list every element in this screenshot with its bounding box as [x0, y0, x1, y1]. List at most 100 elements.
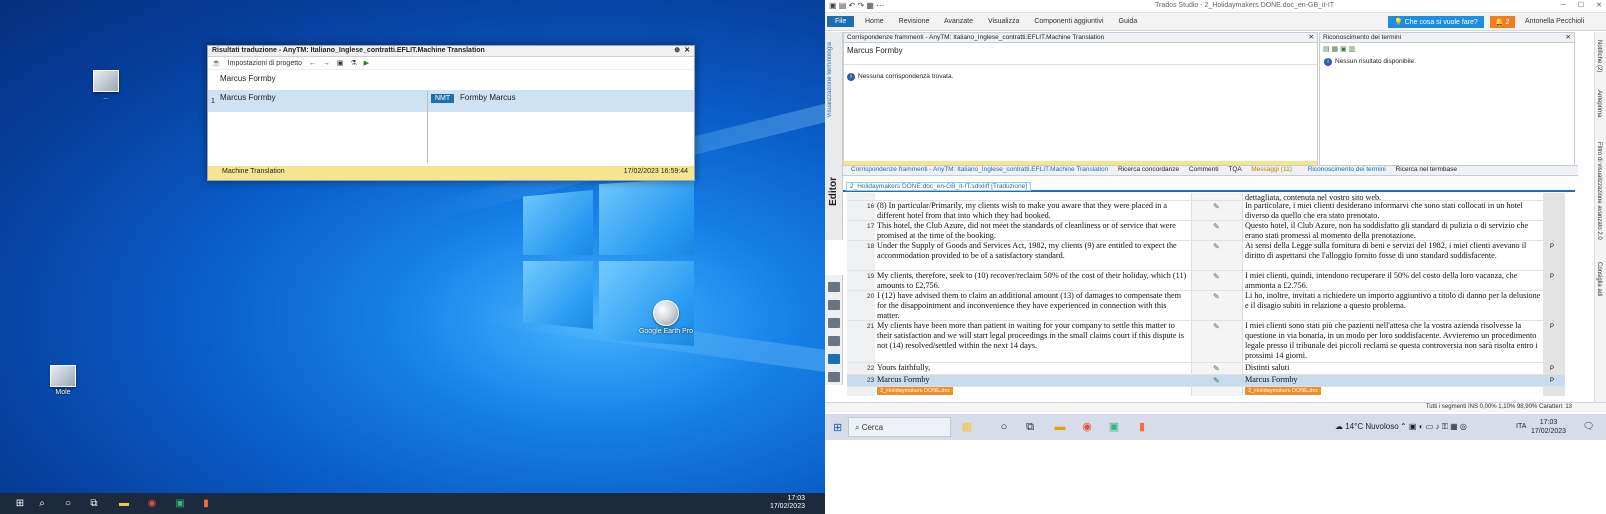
- search-input[interactable]: ⌕ Cerca: [848, 417, 951, 437]
- notification-icon[interactable]: 🗨: [1583, 421, 1594, 432]
- start-icon[interactable]: ⊞: [12, 496, 28, 511]
- taskbar-clock[interactable]: 17:03 17/02/2023: [1531, 418, 1566, 436]
- language-indicator[interactable]: ITA: [1516, 423, 1526, 430]
- table-row[interactable]: dettagliata, contenuta nel vostro sito w…: [847, 193, 1565, 202]
- minimize-icon[interactable]: ─: [1561, 2, 1566, 9]
- forward-arrow-icon[interactable]: →: [323, 60, 330, 67]
- tab-home[interactable]: Home: [865, 18, 884, 25]
- app-icon[interactable]: ▣: [172, 496, 188, 511]
- files-icon[interactable]: [828, 318, 840, 328]
- trados-icon[interactable]: ▮: [198, 496, 214, 511]
- quick-access-icons[interactable]: ▣ ▤ ↶ ↷ ▦ ⋯: [829, 1, 884, 10]
- file-tab[interactable]: File: [827, 16, 855, 27]
- maximize-icon[interactable]: ☐: [1578, 2, 1584, 9]
- tab-termbase-search[interactable]: Ricerca nel termbase: [1396, 166, 1457, 173]
- notifications-tab[interactable]: Notifiche (2): [1596, 40, 1602, 72]
- editor-label[interactable]: Editor: [828, 177, 839, 206]
- file-explorer-icon[interactable]: ▬: [1053, 420, 1067, 434]
- tm-icon[interactable]: [828, 372, 840, 382]
- chrome-icon[interactable]: ◉: [144, 496, 160, 511]
- settings-icon[interactable]: ☕: [212, 60, 221, 67]
- tab-comments[interactable]: Commenti: [1189, 166, 1219, 173]
- home-icon[interactable]: [828, 282, 840, 292]
- table-row[interactable]: 23 Marcus Formby ✎ Marcus Formby P: [847, 375, 1565, 387]
- start-icon[interactable]: ⊞: [833, 421, 842, 434]
- search-icon[interactable]: ⌕: [34, 496, 50, 511]
- projects-icon[interactable]: [828, 300, 840, 310]
- reports-icon[interactable]: [828, 336, 840, 346]
- target-cell[interactable]: Ai sensi della Legge sulla fornitura di …: [1245, 241, 1543, 261]
- filter-icon[interactable]: ⚗: [350, 60, 356, 67]
- table-row[interactable]: 19 My clients, therefore, seek to (10) re…: [847, 271, 1565, 291]
- task-view-icon[interactable]: ⧉: [1023, 420, 1037, 434]
- task-view-icon[interactable]: ⧉: [86, 496, 102, 511]
- table-row[interactable]: 22 Yours faithfully, ✎ Distinti saluti P: [847, 363, 1565, 375]
- close-icon[interactable]: ✕: [1596, 2, 1602, 9]
- apply-icon[interactable]: ▣: [337, 60, 344, 67]
- widget-icon[interactable]: ▦: [960, 420, 974, 434]
- project-settings-button[interactable]: Impostazioni di progetto: [228, 60, 302, 67]
- weather-widget[interactable]: ☁ 14°C Nuvoloso: [1335, 422, 1399, 431]
- target-cell[interactable]: In particolare, i miei clienti desideran…: [1245, 201, 1543, 221]
- editor-icon[interactable]: [828, 354, 840, 364]
- file-explorer-icon[interactable]: ▬: [116, 496, 132, 511]
- desktop-icon-google-earth[interactable]: Google Earth Pro: [636, 300, 696, 335]
- trados-icon[interactable]: ▮: [1135, 420, 1149, 434]
- source-cell[interactable]: My clients, therefore, seek to (10) reco…: [877, 271, 1189, 291]
- document-tab[interactable]: 2_Holidaymakers DONE.doc_en-GB_it-IT.sdl…: [846, 182, 1032, 191]
- table-row[interactable]: 17 This hotel, the Club Azure, did not me…: [847, 221, 1565, 241]
- tab-avanzate[interactable]: Avanzate: [944, 18, 973, 25]
- chrome-icon[interactable]: ◉: [1080, 420, 1094, 434]
- target-cell[interactable]: Marcus Formby: [1245, 375, 1543, 385]
- cortana-icon[interactable]: ○: [60, 496, 76, 511]
- close-icon[interactable]: ✕: [1309, 33, 1314, 41]
- app-icon[interactable]: ▣: [1107, 420, 1121, 434]
- segment-number: 16: [867, 203, 875, 210]
- user-name[interactable]: Antonella Pecchioli: [1525, 18, 1584, 25]
- tab-visualizza[interactable]: Visualizza: [988, 18, 1019, 25]
- terminology-label[interactable]: Visualizzazione terminologia: [827, 42, 833, 118]
- next-icon[interactable]: ▶: [364, 60, 369, 67]
- source-cell[interactable]: Yours faithfully,: [877, 363, 1189, 373]
- table-row[interactable]: 21 My clients have been more than patient…: [847, 321, 1565, 363]
- source-cell[interactable]: I (12) have advised them to claim an add…: [877, 291, 1189, 321]
- source-cell[interactable]: My clients have been more than patient i…: [877, 321, 1189, 351]
- cortana-icon[interactable]: ○: [997, 420, 1011, 434]
- target-cell[interactable]: Questo hotel, il Club Azure, non ha sodd…: [1245, 221, 1543, 241]
- preview-tab[interactable]: Anteprima: [1596, 90, 1602, 117]
- close-icon[interactable]: ✕: [684, 47, 690, 54]
- tab-messages[interactable]: Messaggi (11): [1251, 166, 1292, 173]
- table-row[interactable]: 16 (8) In particular/Primarily, my client…: [847, 201, 1565, 221]
- desktop-icon[interactable]: ...: [76, 70, 136, 101]
- close-icon[interactable]: ✕: [1566, 33, 1571, 41]
- tab-concordance[interactable]: Ricerca concordanze: [1118, 166, 1179, 173]
- term-toolbar[interactable]: ▤ ▦ ▣ ▥: [1320, 43, 1574, 55]
- notification-badge[interactable]: 🔔 2: [1490, 16, 1515, 28]
- source-cell[interactable]: (8) In particular/Primarily, my clients …: [877, 201, 1189, 221]
- target-cell[interactable]: I miei clienti, quindi, intendono recupe…: [1245, 271, 1543, 291]
- tab-fragment-matches[interactable]: Corrispondenze frammenti - AnyTM: Italia…: [851, 166, 1108, 173]
- tab-componenti[interactable]: Componenti aggiuntivi: [1034, 18, 1103, 25]
- target-cell[interactable]: Distinti saluti: [1245, 363, 1543, 373]
- desktop-icon[interactable]: Mole: [33, 365, 93, 396]
- window-titlebar[interactable]: Risultati traduzione - AnyTM: Italiano_I…: [208, 46, 694, 57]
- source-cell[interactable]: Under the Supply of Goods and Services A…: [877, 241, 1189, 261]
- source-cell[interactable]: This hotel, the Club Azure, did not meet…: [877, 221, 1189, 241]
- pin-icon[interactable]: ⊕: [674, 47, 680, 54]
- help-search-button[interactable]: 💡 Che cosa si vuole fare?: [1388, 16, 1484, 28]
- target-cell[interactable]: Li ho, inoltre, invitati a richiedere un…: [1245, 291, 1543, 311]
- term-recognition-pane: Riconoscimento dei termini ✕ ▤ ▦ ▣ ▥ i Ne…: [1319, 32, 1575, 172]
- tab-revisione[interactable]: Revisione: [899, 18, 930, 25]
- tab-tqa[interactable]: TQA: [1228, 166, 1241, 173]
- target-cell[interactable]: I miei clienti sono stati più che pazien…: [1245, 321, 1543, 361]
- table-row[interactable]: 20 I (12) have advised them to claim an a…: [847, 291, 1565, 321]
- back-arrow-icon[interactable]: ←: [309, 60, 316, 67]
- taskbar-clock[interactable]: 17:03 17/02/2023: [770, 495, 805, 511]
- system-tray-icons[interactable]: ⌃ ▣ ◐ ▭ ♪ ⚿ ▦ ◎: [1400, 422, 1467, 432]
- source-cell[interactable]: Marcus Formby: [877, 375, 1189, 385]
- tab-term-recognition[interactable]: Riconoscimento dei termini: [1308, 166, 1386, 173]
- suggest-tab[interactable]: Consiglia adi: [1596, 262, 1602, 296]
- advanced-filter-tab[interactable]: Filtro di visualizzazione avanzato 2.0: [1596, 142, 1602, 240]
- table-row[interactable]: 18 Under the Supply of Goods and Services…: [847, 241, 1565, 271]
- tab-guida[interactable]: Guida: [1119, 18, 1138, 25]
